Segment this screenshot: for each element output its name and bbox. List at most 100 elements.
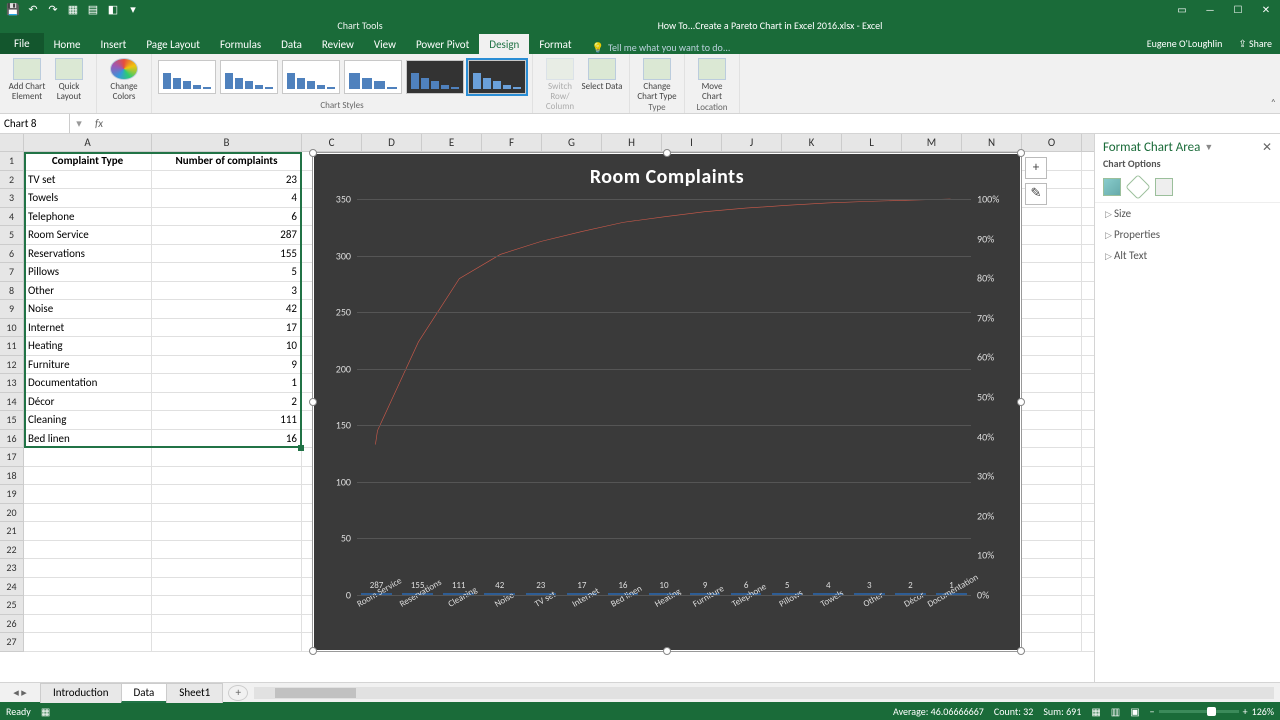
- column-headers[interactable]: ABCDEFGHIJKLMNO: [24, 134, 1094, 152]
- redo-icon[interactable]: ↷: [46, 2, 60, 16]
- column-header[interactable]: I: [662, 134, 722, 151]
- row-header[interactable]: 26: [0, 615, 23, 634]
- select-data-button[interactable]: Select Data: [581, 56, 623, 92]
- sheet-tab[interactable]: Sheet1: [166, 683, 223, 703]
- plot-area[interactable]: 287Room Service155Reservations111Cleanin…: [357, 199, 971, 595]
- column-header[interactable]: M: [902, 134, 962, 151]
- zoom-in-icon[interactable]: +: [1243, 705, 1248, 718]
- row-header[interactable]: 6: [0, 245, 23, 264]
- format-pane-item[interactable]: Alt Text: [1095, 245, 1280, 266]
- effects-icon[interactable]: [1125, 174, 1150, 199]
- fill-handle[interactable]: [298, 445, 304, 451]
- name-box[interactable]: Chart 8: [0, 114, 70, 133]
- quick-layout-button[interactable]: Quick Layout: [48, 56, 90, 102]
- tab-insert[interactable]: Insert: [91, 34, 137, 54]
- close-icon[interactable]: ✕: [1252, 0, 1280, 18]
- maximize-icon[interactable]: ☐: [1224, 0, 1252, 18]
- column-header[interactable]: E: [422, 134, 482, 151]
- row-header[interactable]: 2: [0, 171, 23, 190]
- row-header[interactable]: 3: [0, 189, 23, 208]
- fill-line-icon[interactable]: [1103, 178, 1121, 196]
- horizontal-scrollbar[interactable]: [254, 687, 1274, 699]
- tab-formulas[interactable]: Formulas: [210, 34, 271, 54]
- close-pane-icon[interactable]: ✕: [1262, 140, 1272, 155]
- tab-design[interactable]: Design: [479, 34, 529, 54]
- tab-page-layout[interactable]: Page Layout: [136, 34, 210, 54]
- row-header[interactable]: 9: [0, 300, 23, 319]
- column-header[interactable]: O: [1022, 134, 1082, 151]
- embedded-chart[interactable]: Room Complaints 287Room Service155Reserv…: [312, 152, 1022, 652]
- change-chart-type-button[interactable]: Change Chart Type: [636, 56, 678, 102]
- row-header[interactable]: 23: [0, 559, 23, 578]
- user-name[interactable]: Eugene O'Loughlin: [1139, 33, 1231, 54]
- column-header[interactable]: L: [842, 134, 902, 151]
- row-header[interactable]: 19: [0, 485, 23, 504]
- macro-record-icon[interactable]: ▦: [41, 705, 50, 718]
- view-layout-icon[interactable]: ▥: [1111, 705, 1120, 718]
- pane-dropdown-icon[interactable]: ▼: [1204, 142, 1213, 153]
- chart-brush-icon[interactable]: ✎: [1025, 183, 1047, 205]
- row-header[interactable]: 5: [0, 226, 23, 245]
- tab-view[interactable]: View: [364, 34, 406, 54]
- minimize-icon[interactable]: —: [1196, 0, 1224, 18]
- row-header[interactable]: 25: [0, 596, 23, 615]
- row-header[interactable]: 24: [0, 578, 23, 597]
- tab-nav[interactable]: ◂ ▸: [0, 686, 40, 699]
- save-icon[interactable]: 💾: [6, 2, 20, 16]
- row-header[interactable]: 8: [0, 282, 23, 301]
- view-normal-icon[interactable]: ▦: [1091, 705, 1100, 718]
- chart-plus-icon[interactable]: +: [1025, 157, 1047, 179]
- row-header[interactable]: 4: [0, 208, 23, 227]
- fx-icon[interactable]: fx: [88, 117, 110, 130]
- tab-review[interactable]: Review: [312, 34, 364, 54]
- view-break-icon[interactable]: ▣: [1130, 705, 1139, 718]
- row-header[interactable]: 22: [0, 541, 23, 560]
- tell-me-input[interactable]: Tell me what you want to do...: [582, 41, 1139, 54]
- row-header[interactable]: 7: [0, 263, 23, 282]
- worksheet[interactable]: ABCDEFGHIJKLMNO 123456789101112131415161…: [0, 134, 1094, 682]
- tab-format[interactable]: Format: [529, 34, 581, 54]
- sheet-tab[interactable]: Data: [121, 683, 168, 703]
- format-pane-item[interactable]: Properties: [1095, 224, 1280, 245]
- row-header[interactable]: 27: [0, 633, 23, 652]
- row-header[interactable]: 15: [0, 411, 23, 430]
- tab-power-pivot[interactable]: Power Pivot: [406, 34, 479, 54]
- share-button[interactable]: ⇪ Share: [1230, 33, 1280, 54]
- chart-styles-gallery[interactable]: [158, 56, 526, 94]
- column-header[interactable]: J: [722, 134, 782, 151]
- qa-icon[interactable]: ▦: [66, 2, 80, 16]
- zoom-out-icon[interactable]: −: [1150, 705, 1155, 718]
- format-pane-item[interactable]: Size: [1095, 203, 1280, 224]
- sheet-tab[interactable]: Introduction: [40, 683, 122, 703]
- row-header[interactable]: 1: [0, 152, 23, 171]
- column-header[interactable]: K: [782, 134, 842, 151]
- size-properties-icon[interactable]: [1155, 178, 1173, 196]
- row-header[interactable]: 10: [0, 319, 23, 338]
- row-header[interactable]: 11: [0, 337, 23, 356]
- row-header[interactable]: 21: [0, 522, 23, 541]
- ribbon-options-icon[interactable]: ▭: [1168, 0, 1196, 18]
- qa-icon[interactable]: ▤: [86, 2, 100, 16]
- undo-icon[interactable]: ↶: [26, 2, 40, 16]
- tab-home[interactable]: Home: [44, 34, 91, 54]
- move-chart-button[interactable]: Move Chart: [691, 56, 733, 102]
- file-tab[interactable]: File: [0, 33, 44, 54]
- qa-icon[interactable]: ◧: [106, 2, 120, 16]
- row-headers[interactable]: 1234567891011121314151617181920212223242…: [0, 152, 24, 652]
- row-header[interactable]: 20: [0, 504, 23, 523]
- row-header[interactable]: 18: [0, 467, 23, 486]
- row-header[interactable]: 12: [0, 356, 23, 375]
- column-header[interactable]: D: [362, 134, 422, 151]
- column-header[interactable]: A: [24, 134, 152, 151]
- chart-options-label[interactable]: Chart Options: [1095, 157, 1280, 174]
- column-header[interactable]: B: [152, 134, 302, 151]
- row-header[interactable]: 16: [0, 430, 23, 449]
- zoom-slider[interactable]: [1159, 710, 1239, 713]
- change-colors-button[interactable]: Change Colors: [103, 56, 145, 102]
- select-all-cell[interactable]: [0, 134, 24, 152]
- column-header[interactable]: G: [542, 134, 602, 151]
- qa-dropdown-icon[interactable]: ▾: [126, 2, 140, 16]
- row-header[interactable]: 17: [0, 448, 23, 467]
- zoom-level[interactable]: 126%: [1252, 705, 1274, 718]
- column-header[interactable]: H: [602, 134, 662, 151]
